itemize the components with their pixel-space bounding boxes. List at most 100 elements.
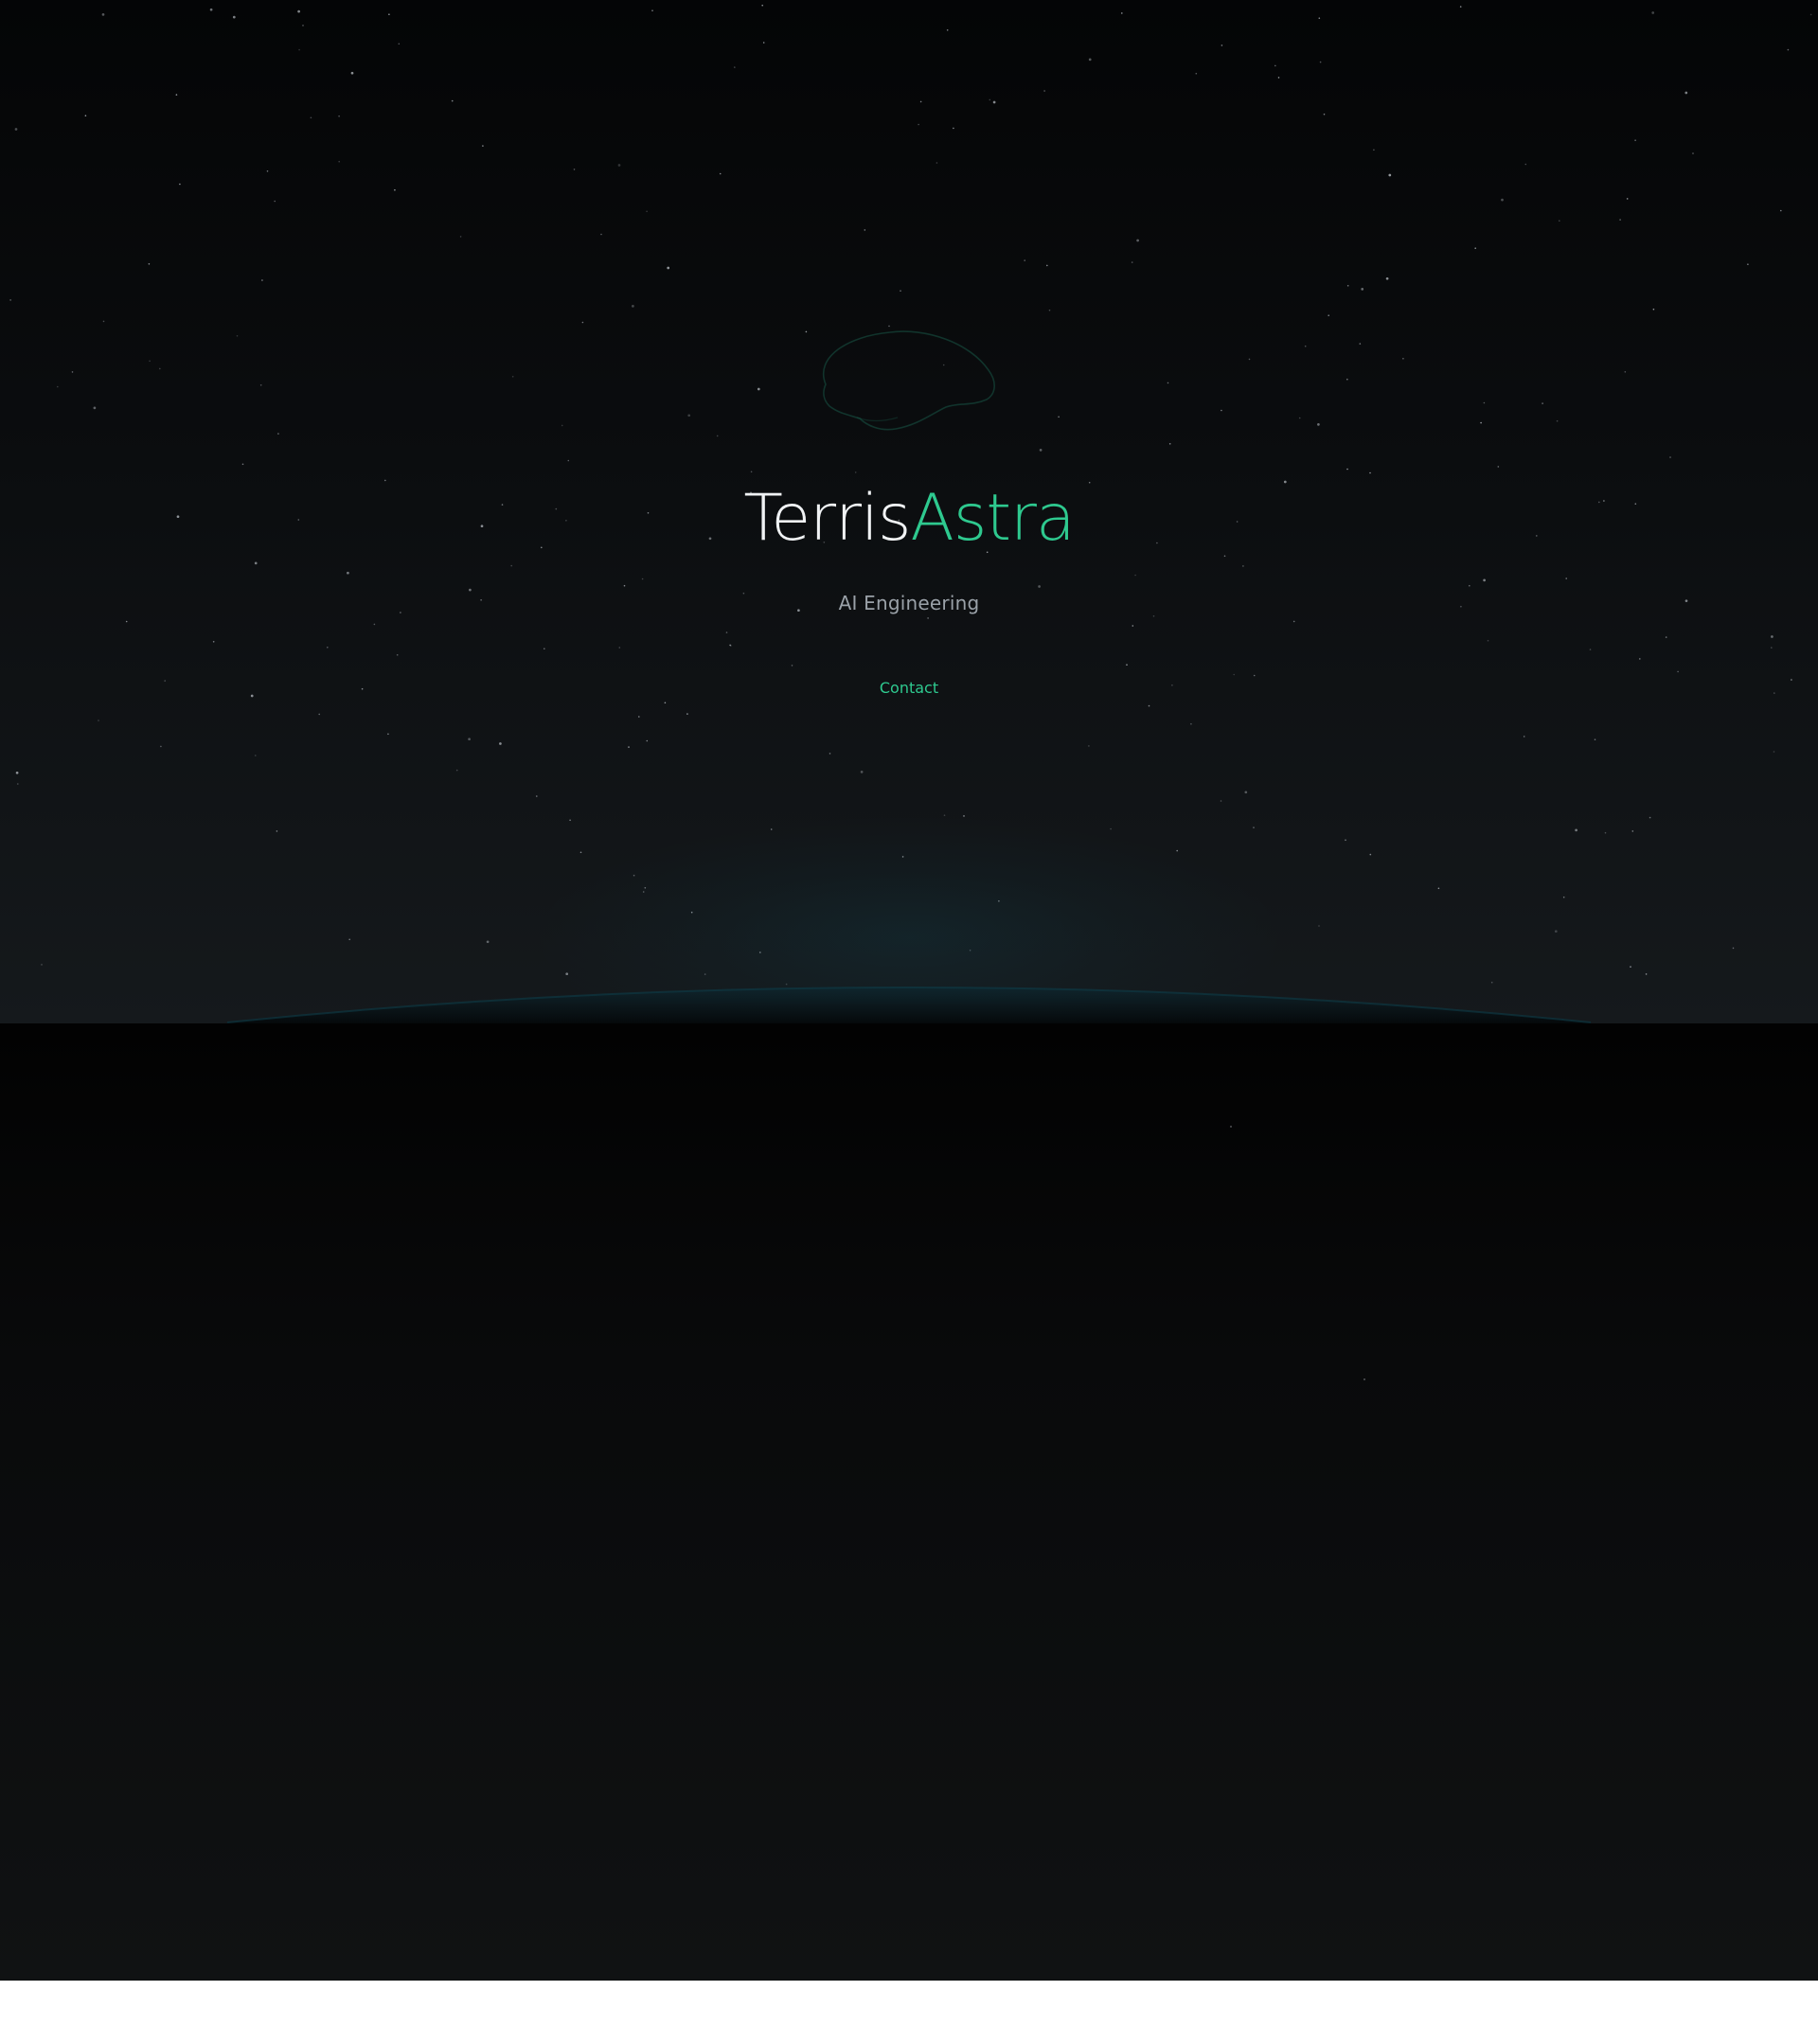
star [1373,149,1375,151]
star [719,172,722,175]
star [164,680,166,682]
star [565,972,569,976]
star [1624,371,1627,373]
star [388,13,390,15]
star [943,814,946,816]
star [1248,358,1251,361]
star [1665,636,1667,638]
star [499,742,502,745]
star [102,320,105,323]
star [1220,800,1222,802]
star [1732,947,1735,950]
star [1221,44,1223,46]
star [232,15,236,19]
star [641,578,644,580]
star [1126,664,1128,666]
star [1048,309,1051,311]
star [953,127,954,130]
star [646,739,649,742]
star [770,828,773,830]
star [241,463,244,466]
star [1024,259,1025,261]
star [1043,90,1045,92]
star [864,229,866,231]
lower-section [0,1023,1818,1981]
star [1132,625,1134,627]
star [734,66,736,68]
star [1167,382,1169,384]
star [510,564,512,567]
star [398,43,401,45]
star [1190,722,1192,725]
star [1242,565,1244,567]
star [1038,585,1041,588]
star [1233,673,1235,676]
star [1110,827,1112,830]
star [1634,139,1636,141]
star [1402,358,1404,360]
star [725,631,728,633]
star [236,335,239,337]
star [1791,679,1792,681]
star [261,279,263,281]
star [936,162,938,164]
star [1474,247,1476,250]
star [1652,308,1655,311]
star [544,648,545,649]
star [93,406,97,410]
star [1556,419,1559,422]
star [901,856,904,858]
star [1487,639,1489,642]
star [1176,849,1178,852]
footer-space [0,1981,1818,2044]
star [274,200,276,203]
star [638,716,640,718]
contact-link[interactable]: Contact [833,677,985,700]
star [963,815,965,817]
star [729,644,731,647]
star [1253,826,1255,828]
star [1283,480,1287,484]
star [1039,449,1043,452]
brand-accent-text: Astra [910,481,1075,556]
star [297,9,300,13]
star [757,387,760,391]
star [1649,816,1651,819]
star [71,371,74,373]
star [1088,745,1090,747]
star [396,654,399,656]
brain-icon [823,330,995,431]
star [1277,77,1280,79]
star [1639,658,1641,660]
star [1359,343,1362,345]
star [561,424,563,427]
star [1369,853,1372,856]
star [1345,839,1346,842]
star [1684,91,1688,95]
star [1369,471,1371,474]
star [686,713,688,715]
star [451,99,454,102]
star [642,891,645,893]
star [1669,456,1671,458]
star [644,887,647,889]
star [687,414,691,418]
star [761,4,763,7]
star [1136,239,1139,242]
star [854,471,857,473]
hero-section: TerrisAstra AI Engineering Contact [0,0,1818,1023]
star [327,647,329,649]
star [1773,751,1775,753]
landing-page: TerrisAstra AI Engineering Contact [0,0,1818,2044]
star [348,938,351,941]
star [716,435,719,437]
star [900,290,901,293]
star [14,128,18,131]
star [459,236,462,238]
star [946,29,949,31]
star [98,720,99,721]
star [266,170,269,172]
star [259,384,262,386]
star [1594,738,1596,740]
star [511,376,514,378]
